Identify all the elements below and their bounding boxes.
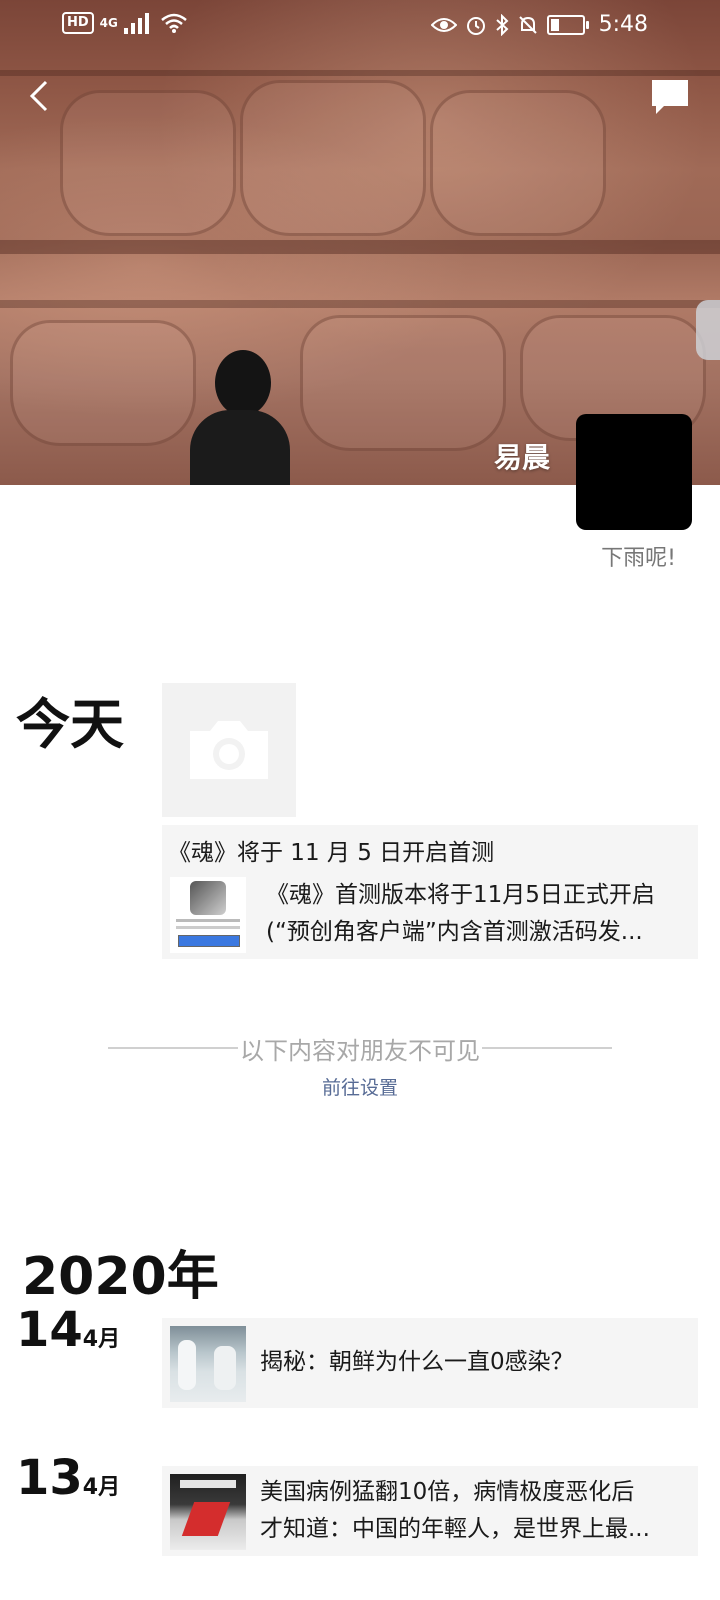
post-month: 4月 (82, 1475, 121, 1500)
cover-band (0, 240, 720, 254)
signal-icon (123, 13, 149, 34)
hd-indicator: HD (62, 12, 94, 34)
message-button[interactable] (650, 78, 690, 116)
post-month: 4月 (82, 1327, 121, 1352)
cover-band (0, 300, 720, 308)
person-torso (190, 410, 290, 485)
divider-line (108, 1047, 238, 1049)
cover-petal (300, 315, 506, 451)
thumb-text-line (176, 926, 240, 929)
post-title: 美国病例猛翻10倍，病情极度恶化后 才知道：中国的年輕人，是世界上最... (260, 1474, 684, 1548)
post-date: 144月 (16, 1302, 120, 1358)
post-title-line: 才知道：中国的年輕人，是世界上最... (260, 1516, 650, 1542)
settings-link[interactable]: 前往设置 (0, 1073, 720, 1100)
bluetooth-icon (495, 13, 509, 36)
shared-article-title: 《魂》将于 11 月 5 日开启首测 (168, 840, 495, 866)
post-title-line: 揭秘：朝鲜为什么一直0感染？ (260, 1349, 574, 1375)
year-heading: 2020年 (22, 1247, 219, 1307)
post-thumbnail (170, 1326, 246, 1402)
back-button[interactable] (22, 76, 58, 116)
cover-petal (430, 90, 606, 236)
alarm-icon (466, 16, 485, 35)
post-title-line: 美国病例猛翻10倍，病情极度恶化后 (260, 1479, 635, 1505)
timeline-post[interactable]: 揭秘：朝鲜为什么一直0感染？ (162, 1318, 698, 1408)
cover-person (180, 350, 290, 485)
post-day: 14 (16, 1302, 83, 1358)
cover-photo[interactable] (0, 0, 720, 485)
post-thumbnail (170, 1474, 246, 1550)
profile-nickname: 易晨 (493, 441, 550, 474)
visibility-divider: 以下内容对朋友不可见 (108, 1030, 612, 1066)
mute-bell-icon (518, 15, 537, 34)
post-date: 134月 (16, 1450, 120, 1506)
status-left: HD 4G (62, 12, 188, 34)
cover-band (0, 70, 720, 76)
eye-icon (430, 17, 457, 32)
status-bar: HD 4G 5:48 (0, 0, 720, 52)
shared-article-card[interactable]: 《魂》将于 11 月 5 日开启首测 《魂》首测版本将于11月5日正式开启 (“… (162, 825, 698, 959)
status-time: 5:48 (598, 12, 648, 37)
camera-icon (190, 721, 268, 779)
cover-petal (60, 90, 236, 236)
chevron-left-icon (29, 80, 48, 112)
post-day: 13 (16, 1450, 83, 1506)
person-head (215, 350, 271, 416)
profile-signature: 下雨呢! (601, 546, 676, 571)
description-line: 《魂》首测版本将于11月5日正式开启 (266, 882, 655, 908)
avatar[interactable] (576, 414, 692, 530)
wifi-icon (161, 13, 187, 33)
new-post-camera-button[interactable] (162, 683, 296, 817)
today-label: 今天 (16, 693, 124, 756)
visibility-notice: 以下内容对朋友不可见 (240, 1036, 480, 1065)
cover-petal (10, 320, 196, 446)
message-icon (652, 80, 688, 114)
shared-article-description: 《魂》首测版本将于11月5日正式开启 (“预创角客户端”内含首测激活码发... (266, 877, 684, 951)
status-right: 5:48 (430, 12, 648, 37)
thumb-text-line (176, 919, 240, 922)
post-title: 揭秘：朝鲜为什么一直0感染？ (260, 1344, 684, 1381)
cover-sky (696, 300, 720, 360)
network-type: 4G (99, 16, 118, 30)
thumb-button (178, 935, 240, 947)
battery-icon (546, 14, 589, 35)
game-app-icon (190, 881, 226, 915)
timeline-post[interactable]: 美国病例猛翻10倍，病情极度恶化后 才知道：中国的年輕人，是世界上最... (162, 1466, 698, 1556)
divider-line (482, 1047, 612, 1049)
shared-article-thumbnail (170, 877, 246, 953)
cover-petal (240, 80, 426, 236)
description-line: (“预创角客户端”内含首测激活码发... (266, 919, 643, 945)
